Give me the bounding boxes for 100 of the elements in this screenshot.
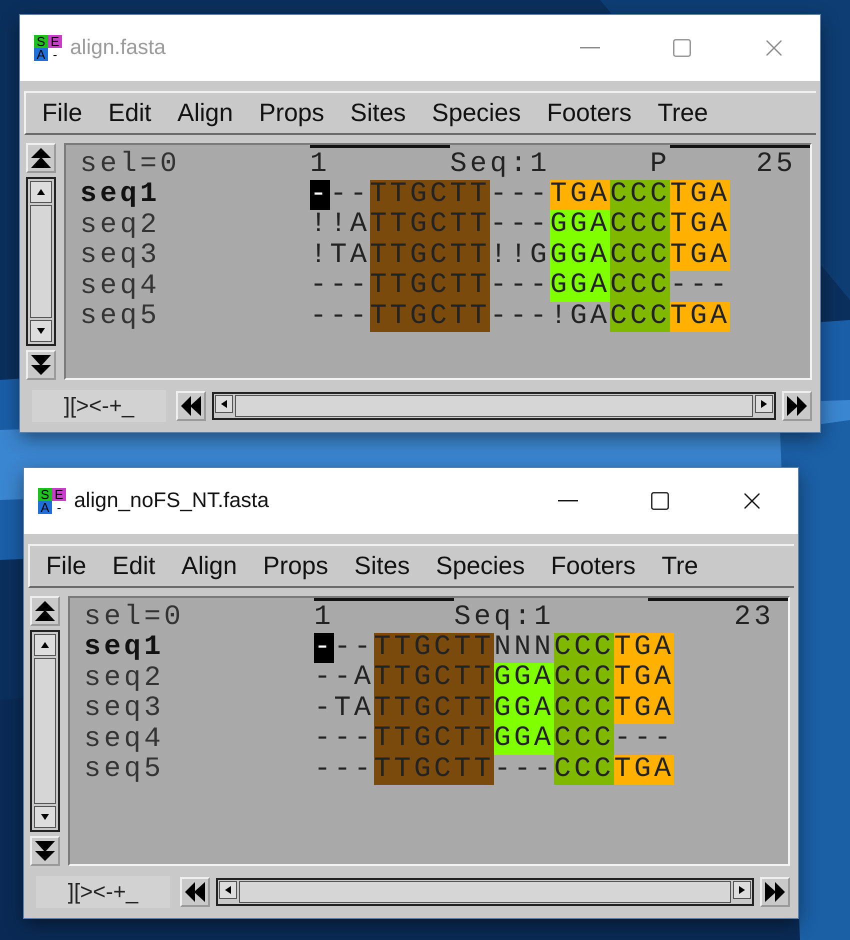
scroll-start-button[interactable] (176, 391, 206, 421)
residue-block: TTGCTT (370, 240, 490, 271)
double-arrow-up-icon (34, 600, 56, 622)
scroll-left-button[interactable] (219, 881, 237, 899)
menu-item[interactable]: Sites (350, 98, 406, 128)
sequence-name[interactable]: seq1 (84, 632, 314, 664)
menu-item[interactable]: Edit (112, 552, 156, 580)
minimize-icon (580, 47, 600, 49)
sequence-name[interactable]: seq2 (84, 662, 314, 694)
scroll-down-button[interactable] (30, 320, 52, 342)
residue-block: CCC (610, 271, 670, 302)
scroll-up-button[interactable] (30, 181, 52, 203)
scroll-bottom-button[interactable] (30, 836, 60, 866)
menu-item[interactable]: Props (262, 552, 328, 580)
sequence-name[interactable]: seq5 (80, 301, 310, 332)
residue-text: !TA (310, 240, 370, 271)
scroll-thumb[interactable] (30, 205, 52, 318)
double-arrow-right-icon (786, 395, 808, 417)
sequence-name[interactable]: seq1 (80, 179, 310, 210)
menu-item[interactable]: File (46, 552, 86, 580)
scroll-end-button[interactable] (782, 391, 812, 421)
residue-text: !!G (490, 240, 550, 271)
residue-block: CCC (610, 240, 670, 271)
sequence-name[interactable]: seq4 (84, 724, 314, 755)
menu-item[interactable]: Sites (354, 552, 410, 580)
scroll-end-button[interactable] (760, 877, 790, 907)
scroll-down-button[interactable] (34, 806, 56, 828)
scroll-top-button[interactable] (30, 596, 60, 626)
menu-item[interactable]: Edit (108, 98, 152, 128)
app-logo: S E A - (38, 488, 66, 514)
sequence-name[interactable]: seq4 (80, 270, 310, 302)
residue-block: TTGCTT (374, 632, 494, 663)
scroll-right-button[interactable] (733, 881, 751, 899)
residue-block: TGA (550, 180, 610, 210)
residue-text: --- (490, 271, 550, 302)
double-arrow-right-icon (764, 881, 786, 903)
residue-block: TGA (614, 632, 674, 663)
selection-count: sel=0 (80, 148, 182, 180)
residue-block: TTGCTT (374, 694, 494, 724)
scroll-top-button[interactable] (26, 143, 56, 173)
sequence-name[interactable]: seq5 (84, 754, 314, 786)
menu-item[interactable]: Align (181, 552, 237, 580)
menu-item[interactable]: Footers (550, 552, 636, 580)
arrow-left-icon (220, 399, 228, 409)
residue-block: TTGCTT (374, 663, 494, 694)
residue-block: TTGCTT (370, 271, 490, 302)
residue-block: TGA (670, 180, 730, 210)
menu-item[interactable]: Tre (662, 552, 698, 580)
residue-text: --A (314, 663, 374, 694)
residue-block: GGA (494, 663, 554, 694)
arrow-right-icon (760, 399, 768, 409)
residue-block: GGA (494, 724, 554, 754)
residue-block: CCC (554, 694, 614, 724)
residue-block: TGA (614, 663, 674, 694)
horizontal-scrollbar[interactable] (212, 392, 776, 420)
residue-block: CCC (554, 632, 614, 663)
ruler-label: Seq:1 (450, 148, 550, 180)
scroll-thumb[interactable] (239, 881, 731, 903)
menu-item[interactable]: File (42, 98, 82, 128)
residue-block: TGA (670, 302, 730, 332)
scroll-thumb[interactable] (235, 395, 753, 417)
residue-block: CCC (610, 180, 670, 210)
scroll-up-button[interactable] (34, 634, 56, 656)
menu-item[interactable]: Tree (658, 98, 708, 128)
scroll-start-button[interactable] (180, 877, 210, 907)
window-title: align_noFS_NT.fasta (74, 489, 270, 513)
ruler-label: Seq:1 (454, 602, 554, 633)
scroll-right-button[interactable] (755, 395, 773, 413)
residue-text: !!A (310, 210, 370, 240)
residue-text: --- (310, 271, 370, 302)
sequence-name[interactable]: seq3 (80, 240, 310, 272)
residue-text: --- (314, 754, 374, 785)
maximize-icon (671, 37, 693, 59)
residue-text: --- (490, 210, 550, 240)
selection-count: sel=0 (84, 602, 186, 633)
horizontal-scrollbar[interactable] (216, 878, 754, 906)
vertical-scrollbar[interactable] (30, 630, 60, 832)
scroll-bottom-button[interactable] (26, 350, 56, 380)
residue-block: TGA (670, 210, 730, 240)
ruler-label: P (650, 148, 670, 180)
menu-item[interactable]: Align (177, 98, 233, 128)
minimize-icon (558, 500, 578, 502)
menu-item[interactable]: Props (258, 98, 324, 128)
scroll-left-button[interactable] (215, 395, 233, 413)
sequence-name[interactable]: seq2 (80, 210, 310, 241)
residue-text: --- (614, 724, 674, 754)
sequence-name[interactable]: seq3 (84, 693, 314, 724)
menu-item[interactable]: Species (436, 552, 525, 580)
menu-item[interactable]: Footers (546, 98, 632, 128)
arrow-down-icon (36, 327, 46, 335)
scroll-thumb[interactable] (34, 658, 56, 804)
residue-text: -TA (314, 694, 374, 724)
residue-block: CCC (610, 302, 670, 332)
menu-item[interactable]: Species (432, 98, 521, 128)
toggle-button[interactable]: ][><-+_ (36, 876, 170, 908)
double-arrow-left-icon (184, 881, 206, 903)
toggle-button[interactable]: ][><-+_ (32, 390, 166, 422)
residue-block: GGA (550, 210, 610, 240)
residue-text: --- (490, 302, 550, 332)
vertical-scrollbar[interactable] (26, 177, 56, 346)
